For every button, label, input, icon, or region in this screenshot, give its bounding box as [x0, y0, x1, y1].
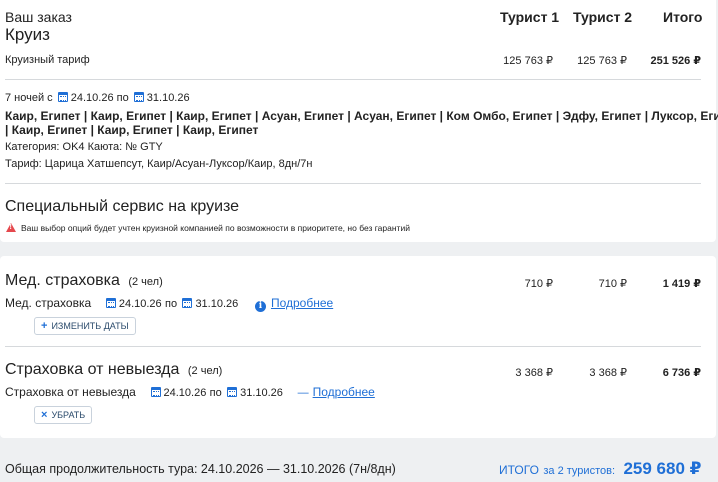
- trip-total: 6 736 ₽: [662, 367, 701, 379]
- special-service-title: Специальный сервис на круизе: [5, 198, 240, 215]
- dash-icon: —: [297, 387, 309, 399]
- trip-insurance-persons: (2 чел): [187, 365, 223, 377]
- trip-date-to: 31.10.26: [240, 387, 283, 399]
- plus-icon: +: [41, 320, 48, 332]
- column-tourist-2: Турист 2: [573, 9, 633, 25]
- divider: [5, 346, 701, 347]
- calendar-icon: [182, 298, 193, 308]
- remove-label: УБРАТЬ: [51, 410, 86, 420]
- route-line-2: | Каир, Египет | Каир, Египет | Каир, Ег…: [5, 123, 259, 137]
- total-label: ИТОГО: [499, 463, 539, 477]
- med-insurance-label: Мед. страховка: [5, 296, 92, 310]
- trip-insurance-title: Страховка от невыезда: [5, 361, 180, 378]
- close-icon: ×: [41, 409, 48, 421]
- order-footer: Общая продолжительность тура: 24.10.2026…: [0, 452, 718, 482]
- date-to: 31.10.26: [146, 92, 190, 104]
- tariff-total: 251 526 ₽: [650, 55, 701, 67]
- med-insurance-heading: Мед. страховка (2 чел): [5, 272, 163, 290]
- total-value: 259 680 ₽: [623, 459, 702, 478]
- cruise-dates: 7 ночей с 24.10.26 по 31.10.26: [5, 92, 190, 104]
- change-dates-button[interactable]: + ИЗМЕНИТЬ ДАТЫ: [34, 317, 136, 335]
- med-total: 1 419 ₽: [662, 278, 701, 290]
- trip-insurance-label: Страховка от невыезда: [5, 385, 136, 399]
- total-for: за 2 туристов:: [543, 465, 615, 477]
- trip-insurance-heading: Страховка от невыезда (2 чел): [5, 361, 222, 379]
- calendar-icon: [227, 387, 238, 397]
- med-insurance-title: Мед. страховка: [5, 272, 120, 289]
- divider: [5, 183, 701, 184]
- warning-text: Ваш выбор опций будет учтен круизной ком…: [21, 223, 410, 233]
- special-service-warning: Ваш выбор опций будет учтен круизной ком…: [6, 223, 410, 233]
- med-insurance-persons: (2 чел): [128, 276, 163, 288]
- calendar-icon: [150, 387, 161, 397]
- column-total: Итого: [663, 9, 703, 25]
- order-total: ИТОГО за 2 туристов: 259 680 ₽: [499, 459, 701, 479]
- order-title: Ваш заказ: [5, 9, 72, 25]
- med-date-from: 24.10.26: [118, 298, 162, 310]
- nights-label: 7 ночей с: [5, 92, 53, 104]
- tariff-label: Круизный тариф: [5, 54, 90, 66]
- trip-insurance-details: Страховка от невыезда 24.10.26 по 31.10.…: [5, 385, 375, 399]
- trip-date-from: 24.10.26: [163, 387, 207, 399]
- med-date-to-prefix: по: [165, 298, 178, 310]
- divider: [5, 79, 701, 80]
- route-line-1: Каир, Египет | Каир, Египет | Каир, Егип…: [5, 109, 718, 123]
- remove-button[interactable]: × УБРАТЬ: [34, 406, 93, 424]
- order-card: Ваш заказ Круиз Турист 1 Турист 2 Итого …: [0, 0, 718, 242]
- calendar-icon: [57, 92, 68, 102]
- med-insurance-details: Мед. страховка 24.10.26 по 31.10.26 i Под…: [5, 296, 333, 312]
- info-icon: i: [254, 301, 266, 312]
- date-to-prefix: по: [116, 92, 129, 104]
- tariff-name: Тариф: Царица Хатшепсут, Каир/Асуан-Лукс…: [5, 158, 313, 170]
- column-tourist-1: Турист 1: [500, 9, 560, 25]
- insurance-card: Мед. страховка (2 чел) 710 ₽ 710 ₽ 1 419…: [0, 256, 716, 438]
- change-dates-label: ИЗМЕНИТЬ ДАТЫ: [51, 321, 129, 331]
- med-date-to: 31.10.26: [195, 298, 239, 310]
- trip-date-to-prefix: по: [209, 387, 222, 399]
- calendar-icon: [133, 92, 144, 102]
- med-more-link[interactable]: Подробнее: [271, 296, 333, 310]
- warning-icon: [6, 223, 16, 232]
- trip-more-link[interactable]: Подробнее: [313, 385, 375, 399]
- tour-duration: Общая продолжительность тура: 24.10.2026…: [5, 462, 396, 476]
- calendar-icon: [105, 298, 116, 308]
- order-subtitle: Круиз: [5, 25, 50, 44]
- cabin-category: Категория: OK4 Каюта: № GTY: [5, 141, 163, 153]
- date-from: 24.10.26: [70, 92, 114, 104]
